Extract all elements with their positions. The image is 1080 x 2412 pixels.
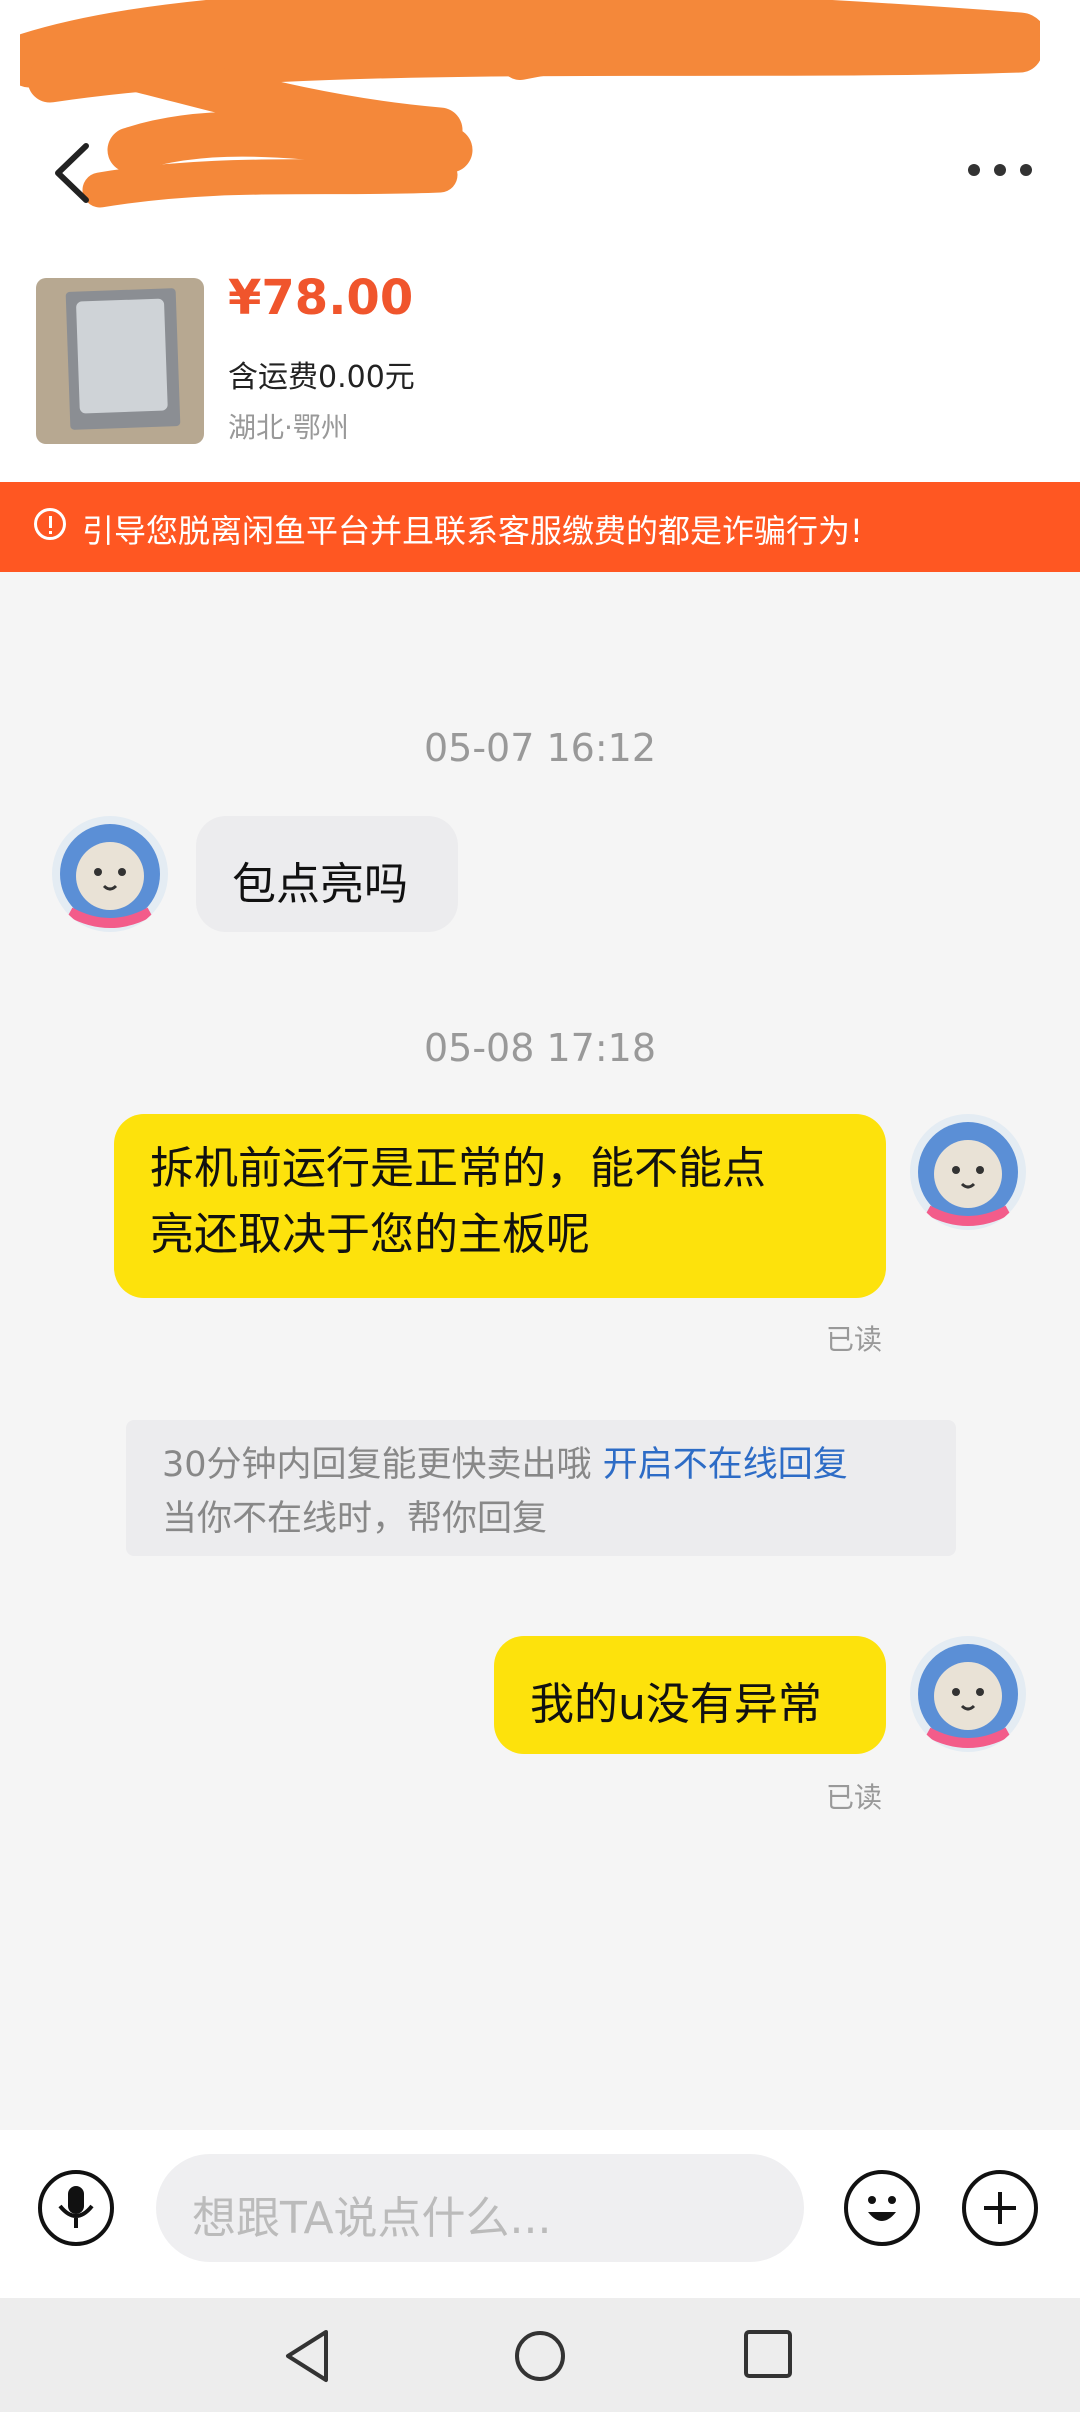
nav-recents-icon[interactable] <box>742 2328 794 2380</box>
fraud-warning-banner: 引导您脱离闲鱼平台并且联系客服缴费的都是诈骗行为! <box>0 482 1080 572</box>
nav-back-icon[interactable] <box>280 2326 336 2386</box>
auto-reply-tip: 30分钟内回复能更快卖出哦 开启不在线回复 当你不在线时，帮你回复 <box>126 1420 956 1556</box>
message-text: 拆机前运行是正常的，能不能点 <box>150 1143 766 1194</box>
product-location: 湖北·鄂州 <box>228 411 349 444</box>
voice-button[interactable] <box>38 2170 114 2246</box>
message-text: 亮还取决于您的主板呢 <box>150 1209 590 1260</box>
system-nav-bar <box>0 2298 1080 2412</box>
message-text: 我的u没有异常 <box>530 1679 822 1730</box>
product-shipping: 含运费0.00元 <box>228 360 415 395</box>
status-time: 18:02 <box>96 44 194 84</box>
read-status: 已读 <box>826 1323 883 1356</box>
tip-text: 30分钟内回复能更快卖出哦 <box>162 1445 592 1485</box>
message-text: 包点亮吗 <box>232 859 408 910</box>
product-image[interactable] <box>36 278 204 444</box>
header-bar <box>0 0 1080 270</box>
chat-timestamp: 05-08 17:18 <box>423 1026 656 1070</box>
cpu-chip-image <box>65 288 181 430</box>
nav-home-icon[interactable] <box>512 2328 568 2384</box>
emoji-icon <box>868 2196 896 2221</box>
fraud-warning-text: 引导您脱离闲鱼平台并且联系客服缴费的都是诈骗行为! <box>82 512 863 550</box>
add-button[interactable] <box>962 2170 1038 2246</box>
microphone-icon <box>58 2186 94 2228</box>
buyer-avatar[interactable] <box>52 816 168 932</box>
message-input[interactable]: 想跟TA说点什么... <box>156 2154 804 2262</box>
cat-avatar-icon <box>918 1122 1018 1226</box>
more-dots-icon <box>968 164 980 176</box>
more-button[interactable] <box>960 150 1040 194</box>
self-avatar[interactable] <box>910 1114 1026 1230</box>
message-bubble[interactable]: 我的u没有异常 <box>494 1636 886 1754</box>
product-price: ¥78.00 <box>228 270 414 326</box>
back-button[interactable] <box>48 138 98 208</box>
plus-icon <box>984 2192 1016 2224</box>
message-bubble[interactable]: 包点亮吗 <box>196 816 458 932</box>
chat-timestamp: 05-07 16:12 <box>423 726 656 770</box>
emoji-button[interactable] <box>844 2170 920 2246</box>
alert-icon <box>34 508 66 540</box>
tip-subtext: 当你不在线时，帮你回复 <box>162 1499 548 1539</box>
cat-avatar-icon <box>60 824 160 928</box>
self-avatar[interactable] <box>910 1636 1026 1752</box>
read-status: 已读 <box>826 1781 883 1814</box>
enable-auto-reply-link[interactable]: 开启不在线回复 <box>603 1445 848 1485</box>
chevron-left-icon <box>55 143 89 203</box>
cat-avatar-icon <box>918 1644 1018 1748</box>
message-bubble[interactable]: 拆机前运行是正常的，能不能点 亮还取决于您的主板呢 <box>114 1114 886 1298</box>
